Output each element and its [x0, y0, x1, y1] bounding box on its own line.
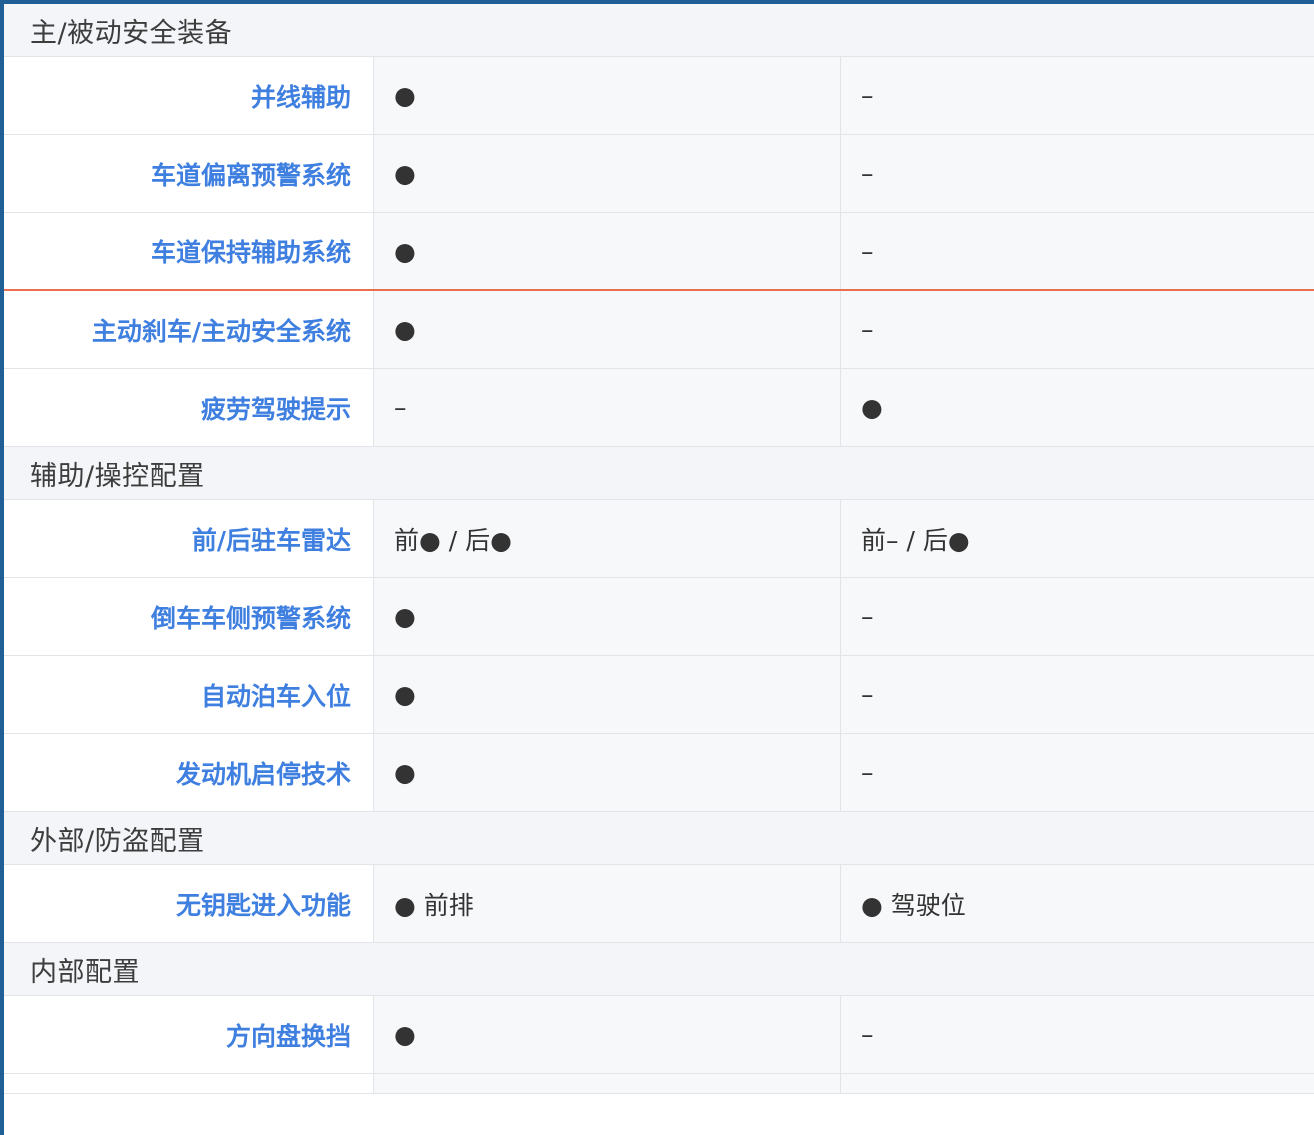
feature-label[interactable]: 主动刹车/主动安全系统: [4, 291, 374, 368]
table-row: 疲劳驾驶提示 – ●: [4, 369, 1314, 447]
table-row: 前/后驻车雷达 前● / 后● 前– / 后●: [4, 500, 1314, 578]
feature-value-col2: –: [841, 578, 1314, 655]
feature-value-col2: –: [841, 656, 1314, 733]
feature-label[interactable]: 疲劳驾驶提示: [4, 369, 374, 446]
feature-value-col2: –: [841, 135, 1314, 212]
feature-label[interactable]: 车道保持辅助系统: [4, 213, 374, 289]
feature-value-col2: ● 驾驶位: [841, 865, 1314, 942]
table-row: 自动泊车入位 ● –: [4, 656, 1314, 734]
section-header-interior: 内部配置: [4, 943, 1314, 996]
feature-label-empty: [4, 1074, 374, 1093]
feature-value-col1: ●: [374, 996, 841, 1073]
feature-value-col1: ●: [374, 291, 841, 368]
table-row: 倒车车侧预警系统 ● –: [4, 578, 1314, 656]
feature-value-col2: –: [841, 57, 1314, 134]
feature-value-col1: ●: [374, 734, 841, 811]
feature-label[interactable]: 方向盘换挡: [4, 996, 374, 1073]
feature-value-col2: –: [841, 734, 1314, 811]
table-row: 无钥匙进入功能 ● 前排 ● 驾驶位: [4, 865, 1314, 943]
section-header-exterior: 外部/防盗配置: [4, 812, 1314, 865]
feature-label[interactable]: 发动机启停技术: [4, 734, 374, 811]
table-row: 并线辅助 ● –: [4, 57, 1314, 135]
feature-value-col1: ●: [374, 135, 841, 212]
feature-value-col2: –: [841, 291, 1314, 368]
table-row: 主动刹车/主动安全系统 ● –: [4, 291, 1314, 369]
feature-value-col1: ● 前排: [374, 865, 841, 942]
table-row-partial: [4, 1074, 1314, 1094]
feature-value-col2-empty: [841, 1074, 1314, 1093]
feature-value-col2: 前– / 后●: [841, 500, 1314, 577]
feature-value-col1: ●: [374, 213, 841, 289]
spec-table: 主/被动安全装备 并线辅助 ● – 车道偏离预警系统 ● – 车道保持辅助系统 …: [4, 4, 1314, 1135]
feature-value-col1: ●: [374, 57, 841, 134]
feature-label[interactable]: 倒车车侧预警系统: [4, 578, 374, 655]
feature-value-col2: ●: [841, 369, 1314, 446]
table-row: 发动机启停技术 ● –: [4, 734, 1314, 812]
feature-value-col2: –: [841, 213, 1314, 289]
feature-value-col1: 前● / 后●: [374, 500, 841, 577]
table-row: 方向盘换挡 ● –: [4, 996, 1314, 1074]
feature-label[interactable]: 自动泊车入位: [4, 656, 374, 733]
table-row: 车道保持辅助系统 ● –: [4, 213, 1314, 291]
feature-value-col1: ●: [374, 578, 841, 655]
feature-label[interactable]: 前/后驻车雷达: [4, 500, 374, 577]
table-row: 车道偏离预警系统 ● –: [4, 135, 1314, 213]
feature-label[interactable]: 并线辅助: [4, 57, 374, 134]
section-header-safety: 主/被动安全装备: [4, 4, 1314, 57]
feature-value-col1: –: [374, 369, 841, 446]
feature-value-col1: ●: [374, 656, 841, 733]
feature-label[interactable]: 无钥匙进入功能: [4, 865, 374, 942]
feature-value-col1-empty: [374, 1074, 841, 1093]
feature-label[interactable]: 车道偏离预警系统: [4, 135, 374, 212]
section-header-assist: 辅助/操控配置: [4, 447, 1314, 500]
feature-value-col2: –: [841, 996, 1314, 1073]
